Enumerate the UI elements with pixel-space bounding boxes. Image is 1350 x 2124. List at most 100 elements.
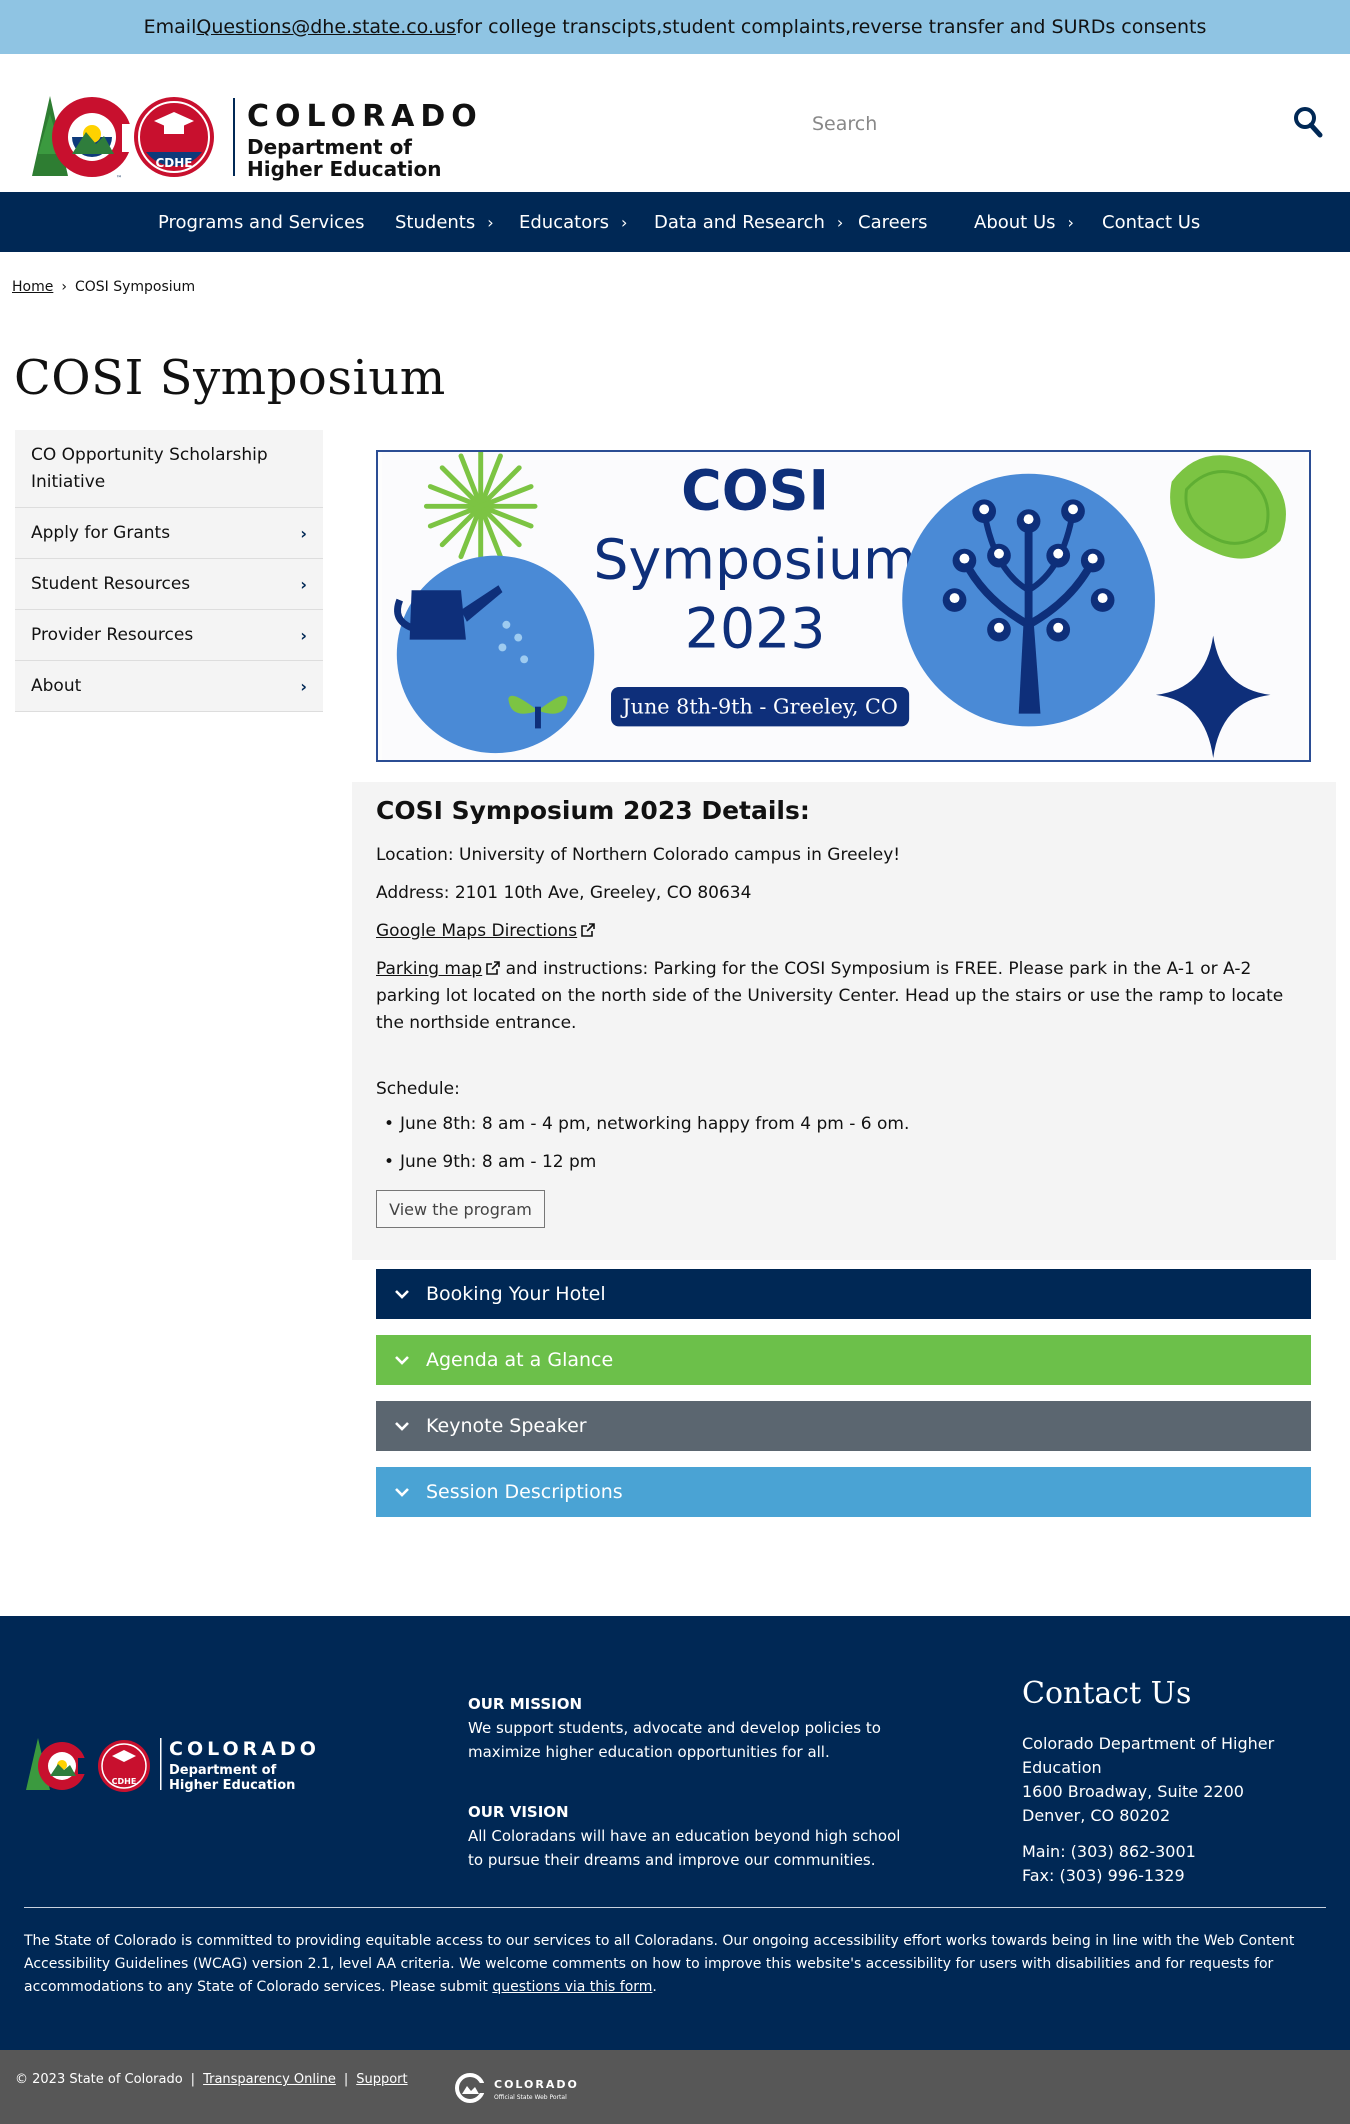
schedule-item: June 8th: 8 am - 4 pm, networking happy … <box>384 1114 909 1134</box>
sidebar-item-label: Student Resources <box>31 574 191 594</box>
footer-logo-badge: CDHE <box>112 1777 137 1786</box>
vision-heading: OUR VISION <box>468 1803 569 1821</box>
google-maps-link[interactable]: Google Maps Directions <box>376 921 577 941</box>
sidebar-item-label: About <box>31 676 82 696</box>
accessibility-form-link[interactable]: questions via this form <box>492 1979 652 1995</box>
nav-item-label: Students <box>395 211 476 233</box>
chevron-right-icon: › <box>300 625 307 645</box>
portal-title: COLORADO <box>494 2078 579 2091</box>
alert-prefix: Email <box>143 16 197 38</box>
accessibility-text: The State of Colorado is committed to pr… <box>24 1933 1295 1995</box>
footer-contact-heading: Contact Us <box>1022 1676 1192 1711</box>
external-link-icon <box>486 961 501 975</box>
mission-line2: maximize higher education opportunities … <box>468 1743 830 1761</box>
chevron-right-icon: › <box>300 523 307 543</box>
symposium-details: COSI Symposium 2023 Details: Location: U… <box>352 782 1336 1260</box>
vision-line1: All Coloradans will have an education be… <box>468 1827 901 1845</box>
footer-logo-dept2: Higher Education <box>169 1778 295 1793</box>
search-icon[interactable] <box>1292 104 1324 140</box>
alert-banner: Email Questions@dhe.state.co.us for coll… <box>0 0 1350 54</box>
chevron-right-icon: › <box>300 574 307 594</box>
bottom-sep: | <box>343 2072 349 2087</box>
transparency-link[interactable]: Transparency Online <box>203 2072 336 2087</box>
nav-item-label: Contact Us <box>1102 211 1201 233</box>
chevron-right-icon[interactable]: › <box>621 213 627 232</box>
chevron-right-icon[interactable]: › <box>1068 213 1074 232</box>
view-program-button[interactable]: View the program <box>376 1190 545 1228</box>
accessibility-end: . <box>652 1979 657 1995</box>
nav-item-about-us[interactable]: About Us › <box>974 192 1074 252</box>
contact-fax: Fax: (303) 996-1329 <box>1022 1866 1185 1885</box>
footer-logo-state: COLORADO <box>169 1738 320 1760</box>
accordion-label: Agenda at a Glance <box>426 1349 614 1371</box>
accordion-booking-your-hotel[interactable]: Booking Your Hotel <box>376 1269 1311 1319</box>
banner-line2: Symposium <box>593 528 917 592</box>
sidebar-item-label: Apply for Grants <box>31 523 171 543</box>
bottom-bar: © 2023 State of Colorado | Transparency … <box>0 2050 1350 2124</box>
accordion-label: Session Descriptions <box>426 1481 623 1503</box>
sidebar-nav: CO Opportunity Scholarship Initiative App… <box>15 430 323 712</box>
schedule-label: Schedule: <box>376 1079 460 1099</box>
schedule-item: June 9th: 8 am - 12 pm <box>384 1152 596 1172</box>
starburst-graphic <box>423 452 538 564</box>
breadcrumb-home[interactable]: Home <box>12 279 53 295</box>
chevron-down-icon <box>395 1290 409 1299</box>
sidebar-item-apply-for-grants[interactable]: Apply for Grants › <box>15 508 323 559</box>
vision-block: OUR VISION All Coloradans will have an e… <box>468 1800 900 1872</box>
nav-item-educators[interactable]: Educators › <box>519 192 627 252</box>
accessibility-statement: The State of Colorado is committed to pr… <box>24 1930 1324 1999</box>
logo-dept-line2: Higher Education <box>247 157 442 181</box>
banner-line3: 2023 <box>685 597 826 661</box>
bottom-sep: | <box>190 2072 196 2087</box>
mission-line1: We support students, advocate and develo… <box>468 1719 881 1737</box>
accordion-agenda-at-a-glance[interactable]: Agenda at a Glance <box>376 1335 1311 1385</box>
details-maps: Google Maps Directions <box>376 918 1306 945</box>
accordion-session-descriptions[interactable]: Session Descriptions <box>376 1467 1311 1517</box>
site-footer: CDHE COLORADO Department of Higher Educa… <box>0 1616 1350 2050</box>
portal-subtitle: Official State Web Portal <box>494 2094 567 2101</box>
nav-item-careers[interactable]: Careers <box>858 192 928 252</box>
parking-map-link[interactable]: Parking map <box>376 959 482 979</box>
contact-address2: Denver, CO 80202 <box>1022 1806 1171 1825</box>
footer-logo-dept1: Department of <box>169 1763 277 1778</box>
mission-block: OUR MISSION We support students, advocat… <box>468 1692 881 1764</box>
footer-cdhe-logo[interactable]: CDHE COLORADO Department of Higher Educa… <box>24 1732 334 1796</box>
search-bar <box>812 107 1292 141</box>
mission-heading: OUR MISSION <box>468 1695 583 1713</box>
cdhe-logo[interactable]: ™ CDHE COLORADO Department of Higher Edu… <box>28 74 488 184</box>
details-parking: Parking map and instructions: Parking fo… <box>376 956 1306 1037</box>
nav-item-students[interactable]: Students › <box>395 192 494 252</box>
bottom-links: © 2023 State of Colorado | Transparency … <box>15 2072 408 2087</box>
support-link[interactable]: Support <box>356 2072 407 2087</box>
nav-item-programs-and-services[interactable]: Programs and Services <box>158 192 365 252</box>
nav-item-label: Careers <box>858 211 928 233</box>
nav-item-contact-us[interactable]: Contact Us <box>1102 192 1200 252</box>
alert-email-link[interactable]: Questions@dhe.state.co.us <box>196 16 456 38</box>
search-input[interactable] <box>812 113 1252 135</box>
sidebar-item-co-opportunity-scholarship-initiative[interactable]: CO Opportunity Scholarship Initiative <box>15 430 323 508</box>
contact-main-phone[interactable]: Main: (303) 862-3001 <box>1022 1840 1350 1864</box>
sidebar-item-provider-resources[interactable]: Provider Resources › <box>15 610 323 661</box>
logo-dept-line1: Department of <box>247 135 412 159</box>
nav-item-label: Data and Research <box>654 211 825 233</box>
colorado-portal-logo[interactable]: COLORADO Official State Web Portal <box>454 2072 594 2104</box>
chevron-right-icon[interactable]: › <box>487 213 493 232</box>
contact-org: Colorado Department of Higher Education <box>1022 1734 1275 1777</box>
chevron-down-icon <box>395 1422 409 1431</box>
logo-state-text: COLORADO <box>247 99 483 134</box>
sidebar-item-about[interactable]: About › <box>15 661 323 712</box>
breadcrumb-separator: › <box>61 279 67 295</box>
copyright: © 2023 State of Colorado <box>15 2072 183 2087</box>
nav-item-data-and-research[interactable]: Data and Research › <box>654 192 843 252</box>
breadcrumb: Home › COSI Symposium <box>12 279 195 295</box>
nav-item-label: About Us <box>974 211 1056 233</box>
watering-can-circle <box>396 555 595 754</box>
chevron-right-icon[interactable]: › <box>837 213 843 232</box>
details-heading: COSI Symposium 2023 Details: <box>376 796 810 825</box>
details-location: Location: University of Northern Colorad… <box>376 845 901 865</box>
chevron-down-icon <box>395 1356 409 1365</box>
contact-address1: 1600 Broadway, Suite 2200 <box>1022 1782 1244 1801</box>
sidebar-item-label: Provider Resources <box>31 625 194 645</box>
accordion-keynote-speaker[interactable]: Keynote Speaker <box>376 1401 1311 1451</box>
sidebar-item-student-resources[interactable]: Student Resources › <box>15 559 323 610</box>
